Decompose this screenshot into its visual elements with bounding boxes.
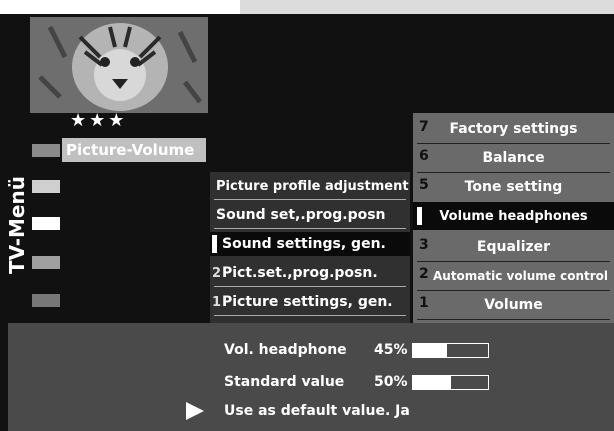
menu-item-label: Volume headphones	[439, 208, 588, 224]
tiger-thumbnail	[30, 17, 208, 113]
divider	[214, 315, 406, 316]
standard-value-row: Standard value 50%	[224, 371, 410, 393]
menu-item-number: 1	[419, 295, 429, 311]
menu-item-number: 1	[212, 294, 222, 310]
menu-item-tone-setting[interactable]: 5 Tone setting	[413, 173, 614, 201]
menu-item-pict-set[interactable]: 2 Pict.set.,prog.posn.	[210, 261, 410, 285]
menu-tile-picture[interactable]	[32, 144, 60, 157]
menu-item-label: Automatic volume control	[432, 269, 608, 283]
menu-item-picture-settings[interactable]: 1 Picture settings, gen.	[210, 290, 410, 314]
divider	[214, 199, 406, 200]
picture-volume-label[interactable]: Picture-Volume	[62, 138, 206, 162]
vol-headphone-fill	[413, 344, 447, 357]
menu-item-number: 6	[419, 148, 429, 164]
right-menu: 7 Factory settings 6 Balance 5 Tone sett…	[413, 113, 614, 323]
middle-menu: Picture profile adjustment Sound set,.pr…	[210, 172, 410, 323]
menu-item-volume[interactable]: 1 Volume	[413, 291, 614, 319]
menu-item-volume-headphones[interactable]: Volume headphones	[413, 202, 614, 230]
menu-tile-4[interactable]	[32, 256, 60, 269]
menu-item-number: 3	[419, 237, 429, 253]
standard-value-value: 50%	[374, 374, 408, 390]
menu-item-label: Volume	[484, 297, 543, 313]
menu-item-sound-set[interactable]: Sound set,.prog.posn	[210, 203, 410, 227]
menu-item-balance[interactable]: 6 Balance	[413, 144, 614, 172]
menu-item-number: 5	[419, 177, 429, 193]
vol-headphone-value: 45%	[374, 342, 408, 358]
divider	[214, 286, 406, 287]
divider	[214, 228, 406, 229]
default-value-label: Use as default value. Ja	[224, 403, 410, 419]
vol-headphone-label: Vol. headphone	[224, 342, 347, 358]
menu-item-factory-settings[interactable]: 7 Factory settings	[413, 115, 614, 143]
tiger-image	[30, 17, 208, 113]
selection-marker	[212, 235, 217, 253]
rating-stars: ★★★	[70, 110, 128, 131]
default-value-option[interactable]: Use as default value. Ja	[224, 400, 410, 422]
menu-tile-3[interactable]	[32, 217, 60, 230]
menu-item-label: Pict.set.,prog.posn.	[222, 265, 378, 281]
menu-item-label: Tone setting	[464, 179, 563, 195]
menu-item-label: Picture settings, gen.	[222, 294, 393, 310]
menu-item-automatic-volume-control[interactable]: 2 Automatic volume control	[413, 262, 614, 290]
menu-item-label: Sound settings, gen.	[222, 236, 386, 252]
menu-item-number: 2	[212, 265, 222, 281]
menu-item-number: 2	[419, 266, 429, 282]
standard-value-bar	[412, 375, 489, 390]
standard-value-label: Standard value	[224, 374, 345, 390]
menu-item-number: 7	[419, 119, 429, 135]
menu-item-picture-profile[interactable]: Picture profile adjustment	[210, 174, 410, 198]
standard-value-fill	[413, 376, 451, 389]
vol-headphone-bar[interactable]	[412, 343, 489, 358]
menu-item-sound-settings[interactable]: Sound settings, gen.	[210, 232, 410, 256]
divider	[417, 319, 610, 320]
menu-tile-2[interactable]	[32, 180, 60, 193]
menu-item-label: Factory settings	[449, 121, 578, 137]
menu-item-label: Balance	[482, 150, 545, 166]
menu-item-label: Equalizer	[476, 239, 551, 255]
top-strip	[240, 0, 614, 14]
menu-item-equalizer[interactable]: 3 Equalizer	[413, 233, 614, 261]
play-arrow-icon	[186, 402, 204, 420]
vol-headphone-row: Vol. headphone 45%	[224, 339, 410, 361]
menu-tile-5[interactable]	[32, 294, 60, 307]
menu-item-label: Picture profile adjustment	[216, 178, 409, 194]
selection-marker	[417, 207, 422, 225]
menu-item-label: Sound set,.prog.posn	[216, 207, 386, 223]
